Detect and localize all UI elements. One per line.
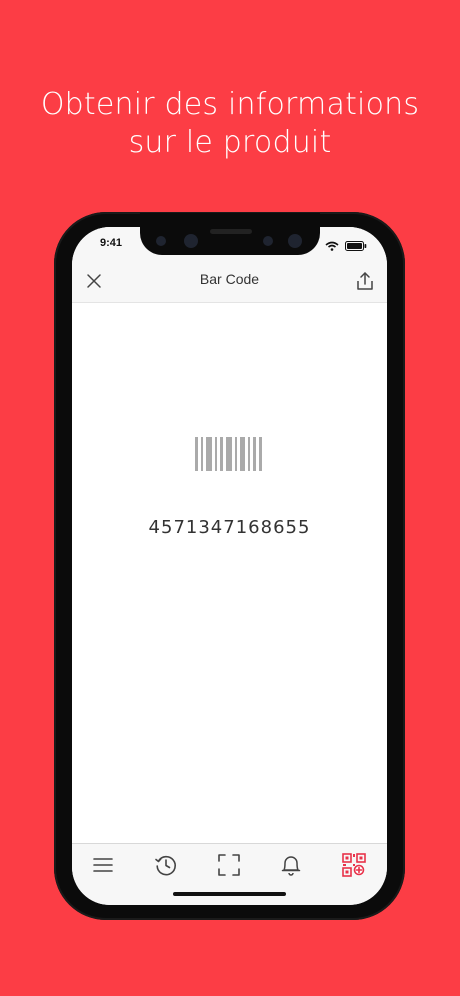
scan-icon[interactable] — [216, 852, 242, 878]
phone-speaker — [210, 229, 252, 234]
menu-icon[interactable] — [90, 852, 116, 878]
promo-headline: Obtenir des informations sur le produit — [0, 86, 460, 162]
scan-result-panel: 4571347168655 — [72, 303, 387, 843]
phone-screen: 9:41 Bar Code 4571347168655 — [72, 227, 387, 905]
headline-line-1: Obtenir des informations — [40, 87, 420, 122]
barcode-icon — [195, 437, 263, 476]
home-indicator — [173, 892, 286, 896]
page-title: Bar Code — [199, 271, 260, 287]
tab-bar — [72, 843, 387, 905]
history-icon[interactable] — [153, 852, 179, 878]
front-sensor — [184, 234, 198, 248]
share-icon[interactable] — [353, 269, 377, 293]
navigation-bar: Bar Code — [72, 259, 387, 303]
bell-icon[interactable] — [278, 852, 304, 878]
front-camera — [156, 236, 166, 246]
qr-code-icon[interactable] — [341, 852, 367, 878]
headline-line-2: sur le produit — [128, 125, 332, 160]
barcode-number: 4571347168655 — [148, 517, 311, 538]
status-time: 9:41 — [100, 237, 123, 249]
face-id-sensor — [288, 234, 302, 248]
wifi-icon — [325, 238, 339, 256]
battery-icon — [345, 238, 367, 256]
proximity-sensor — [263, 236, 273, 246]
